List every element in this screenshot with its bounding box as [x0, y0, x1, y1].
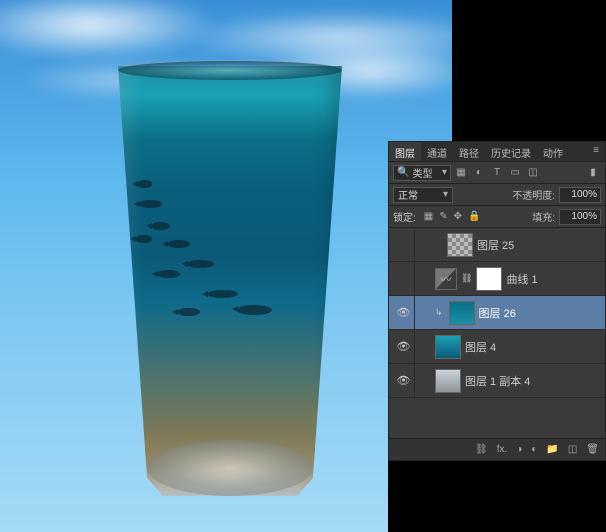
layer-name-label[interactable]: 图层 25: [477, 237, 514, 253]
filter-toggle-switch[interactable]: ▮: [585, 165, 601, 181]
visibility-toggle[interactable]: 👁: [393, 364, 415, 397]
layer-name-label[interactable]: 图层 26: [479, 305, 516, 321]
tab-history[interactable]: 历史记录: [485, 142, 537, 161]
add-mask-icon[interactable]: ◑: [516, 444, 522, 455]
layer-name-label[interactable]: 图层 1 副本 4: [465, 373, 530, 389]
link-layers-icon[interactable]: ⛓: [475, 444, 488, 455]
panel-tabs: 图层 通道 路径 历史记录 动作 ≡: [389, 142, 605, 162]
tab-actions[interactable]: 动作: [537, 142, 569, 161]
fill-input[interactable]: 100%: [559, 209, 601, 225]
lock-position-icon[interactable]: ✥: [454, 211, 462, 222]
new-layer-icon[interactable]: ◫: [568, 444, 577, 455]
layer-row[interactable]: 👁 图层 1 副本 4: [389, 364, 605, 398]
lock-row: 锁定: ▦ ✎ ✥ 🔒 填充: 100%: [389, 206, 605, 228]
fill-value: 100%: [571, 211, 597, 222]
glass-bottom: [147, 440, 313, 496]
tab-layers[interactable]: 图层: [389, 142, 421, 161]
layer-mask-thumbnail[interactable]: [476, 267, 502, 291]
glass-body: [118, 60, 342, 500]
fish-shape: [140, 200, 162, 208]
delete-layer-icon[interactable]: 🗑: [586, 444, 599, 455]
lock-label: 锁定:: [393, 209, 416, 224]
fish-shape: [168, 240, 190, 248]
fish-shape: [138, 180, 152, 188]
new-group-icon[interactable]: 📁: [546, 444, 558, 455]
layer-row[interactable]: 〰 ⛓ 曲线 1: [389, 262, 605, 296]
blend-mode-row: 正常 不透明度: 100%: [389, 184, 605, 206]
fish-shape: [152, 222, 170, 230]
visibility-toggle[interactable]: 👁: [393, 330, 415, 363]
document-canvas[interactable]: [0, 0, 452, 532]
fish-shape: [158, 270, 180, 278]
fish-shape: [136, 235, 152, 243]
filter-search[interactable]: 🔍 类型 ▾: [393, 165, 451, 181]
layer-name-label[interactable]: 曲线 1: [506, 271, 537, 287]
blend-mode-value: 正常: [398, 187, 418, 202]
opacity-label: 不透明度:: [512, 187, 555, 202]
lock-all-icon[interactable]: 🔒: [468, 211, 480, 222]
layer-row[interactable]: 👁 图层 4: [389, 330, 605, 364]
lock-pixels-icon[interactable]: ✎: [439, 211, 447, 222]
fill-label: 填充:: [532, 209, 555, 224]
layer-row[interactable]: 👁 ↳ 图层 26: [389, 296, 605, 330]
fish-shape: [208, 290, 238, 298]
filter-shape-icon[interactable]: ▭: [507, 165, 523, 181]
layers-panel: 图层 通道 路径 历史记录 动作 ≡ 🔍 类型 ▾ ▦ ◐ T ▭ ◫ ▮ 正常…: [388, 141, 606, 461]
filter-type-icon[interactable]: T: [489, 165, 505, 181]
layer-filter-row: 🔍 类型 ▾ ▦ ◐ T ▭ ◫ ▮: [389, 162, 605, 184]
workspace-background: [388, 461, 606, 532]
glass-composite: [118, 60, 342, 500]
blend-mode-select[interactable]: 正常: [393, 187, 453, 203]
tab-paths[interactable]: 路径: [453, 142, 485, 161]
curves-adjustment-icon: 〰: [435, 268, 457, 290]
layer-thumbnail[interactable]: [449, 301, 475, 325]
layer-thumbnail[interactable]: [435, 335, 461, 359]
opacity-input[interactable]: 100%: [559, 187, 601, 203]
tab-channels[interactable]: 通道: [421, 142, 453, 161]
visibility-toggle[interactable]: [393, 228, 415, 261]
clipping-mask-icon: ↳: [435, 307, 443, 318]
layer-thumbnail[interactable]: [447, 233, 473, 257]
filter-pixel-icon[interactable]: ▦: [453, 165, 469, 181]
layer-fx-icon[interactable]: fx.: [497, 444, 508, 455]
mask-link-icon[interactable]: ⛓: [461, 273, 472, 284]
panel-menu-icon[interactable]: ≡: [587, 142, 605, 161]
layer-name-label[interactable]: 图层 4: [465, 339, 496, 355]
filter-adjustment-icon[interactable]: ◐: [471, 165, 487, 181]
filter-kind-label: 类型: [412, 165, 432, 180]
workspace-background: [452, 0, 606, 141]
opacity-value: 100%: [571, 189, 597, 200]
filter-smart-icon[interactable]: ◫: [525, 165, 541, 181]
layers-footer: ⛓ fx. ◑ ◐ 📁 ◫ 🗑: [389, 438, 605, 460]
fish-shape: [178, 308, 200, 316]
chevron-down-icon: ▾: [442, 167, 447, 178]
visibility-toggle[interactable]: 👁: [393, 296, 415, 329]
fish-shape: [238, 305, 272, 315]
layer-thumbnail[interactable]: [435, 369, 461, 393]
layers-list: 图层 25 〰 ⛓ 曲线 1 👁 ↳ 图层 26 👁 图层 4 👁 图层 1 副本 4: [389, 228, 605, 438]
visibility-toggle[interactable]: [393, 262, 415, 295]
glass-rim: [118, 60, 342, 80]
fish-shape: [188, 260, 214, 268]
new-adjustment-icon[interactable]: ◐: [531, 444, 537, 455]
lock-transparency-icon[interactable]: ▦: [424, 211, 433, 222]
layer-row[interactable]: 图层 25: [389, 228, 605, 262]
search-icon: 🔍: [397, 167, 409, 178]
